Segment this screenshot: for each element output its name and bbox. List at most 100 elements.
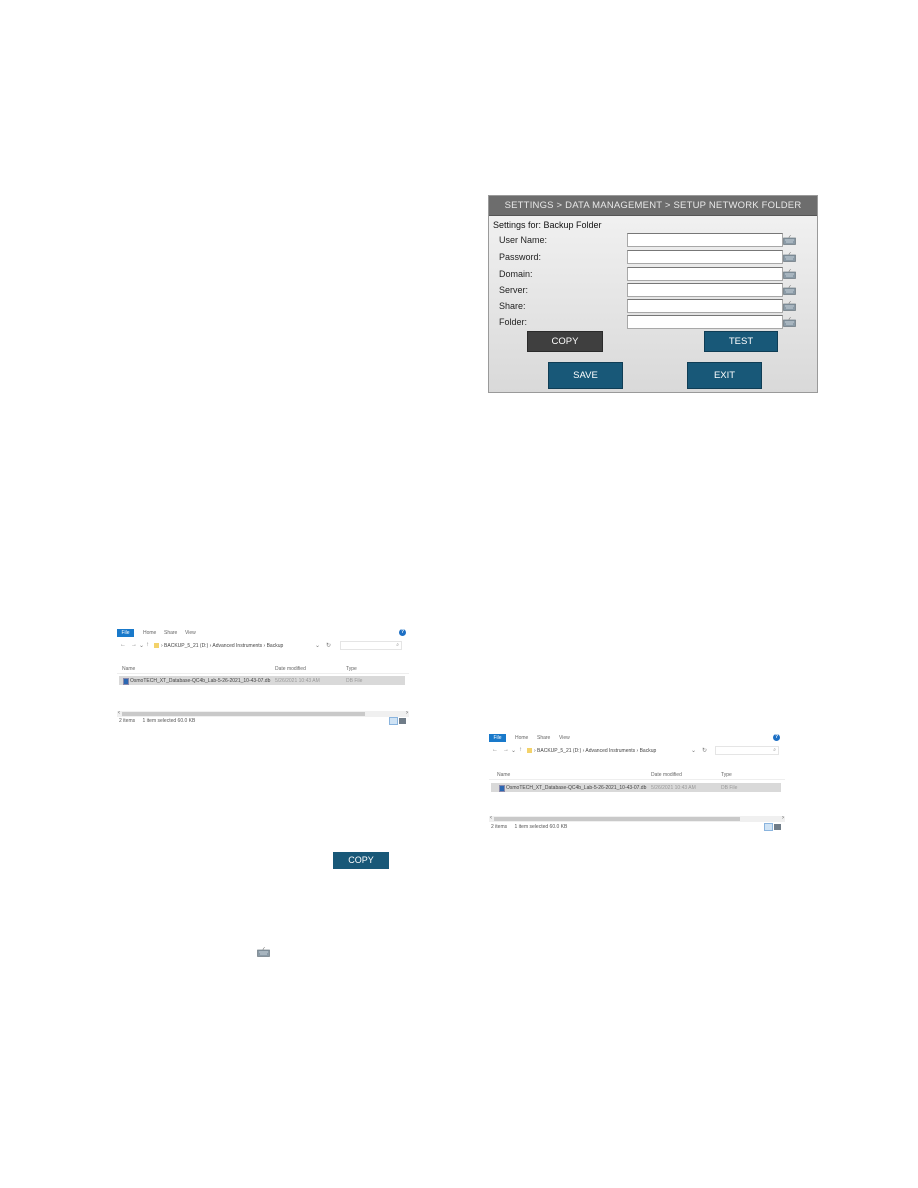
keyboard-icon: [257, 947, 270, 957]
item-count: 2 items: [491, 824, 508, 830]
search-box[interactable]: ⌕: [715, 746, 779, 755]
file-date: 5/26/2021 10:43 AM: [651, 785, 696, 791]
keyboard-icon[interactable]: [783, 301, 796, 311]
search-box[interactable]: ⌕: [340, 641, 402, 650]
folder-label: Folder:: [499, 317, 528, 327]
forward-icon[interactable]: →: [503, 747, 509, 753]
path-breadcrumb[interactable]: › BACKUP_5_21 (D:) › Advanced Instrument…: [534, 748, 656, 754]
share-input[interactable]: [627, 299, 783, 313]
settings-for-label: Settings for: Backup Folder: [493, 220, 602, 230]
up-icon[interactable]: ↑: [146, 642, 149, 648]
recent-chevron-icon[interactable]: ⌄: [139, 642, 144, 649]
folder-icon: [527, 748, 532, 753]
tab-home[interactable]: Home: [143, 629, 156, 637]
address-bar: ← → ⌄ ↑ › BACKUP_5_21 (D:) › Advanced In…: [117, 640, 409, 652]
refresh-icon[interactable]: ↻: [702, 747, 707, 754]
scrollbar-thumb[interactable]: [122, 712, 365, 716]
server-row: Server:: [499, 283, 815, 297]
user-name-row: User Name:: [499, 233, 815, 247]
help-icon[interactable]: ?: [773, 734, 780, 741]
inline-copy-button: COPY: [333, 852, 389, 869]
keyboard-icon[interactable]: [783, 252, 796, 262]
scroll-right-icon[interactable]: ›: [406, 710, 408, 716]
address-bar: ← → ⌄ ↑ › BACKUP_5_21 (D:) › Advanced In…: [489, 745, 785, 757]
column-type[interactable]: Type: [721, 772, 732, 778]
column-name[interactable]: Name: [497, 772, 510, 778]
db-file-icon: [123, 678, 129, 685]
domain-row: Domain:: [499, 267, 815, 281]
column-date-modified[interactable]: Date modified: [651, 772, 682, 778]
exit-button[interactable]: EXIT: [687, 362, 762, 389]
server-input[interactable]: [627, 283, 783, 297]
domain-input[interactable]: [627, 267, 783, 281]
password-row: Password:: [499, 250, 815, 264]
save-button[interactable]: SAVE: [548, 362, 623, 389]
file-row[interactable]: OsmoTECH_XT_Database-QC4b_Lab-5-26-2021_…: [119, 676, 405, 685]
file-explorer-window-right: File Home Share View ? ← → ⌄ ↑ › BACKUP_…: [489, 733, 785, 833]
large-icons-view-icon[interactable]: [399, 718, 406, 724]
server-label: Server:: [499, 285, 529, 295]
file-name: OsmoTECH_XT_Database-QC4b_Lab-5-26-2021_…: [506, 785, 647, 791]
tab-share[interactable]: Share: [164, 629, 177, 637]
status-bar: 2 items 1 item selected 60.0 KB: [119, 718, 195, 726]
scroll-left-icon[interactable]: ‹: [490, 815, 492, 821]
selection-info: 1 item selected 60.0 KB: [142, 718, 196, 724]
path-breadcrumb[interactable]: › BACKUP_5_21 (D:) › Advanced Instrument…: [161, 643, 283, 649]
folder-row: Folder:: [499, 315, 815, 329]
help-icon[interactable]: ?: [399, 629, 406, 636]
column-name[interactable]: Name: [122, 666, 135, 672]
tab-home[interactable]: Home: [515, 734, 528, 742]
keyboard-icon[interactable]: [783, 269, 796, 279]
tab-view[interactable]: View: [185, 629, 196, 637]
password-input[interactable]: [627, 250, 783, 264]
item-count: 2 items: [119, 718, 136, 724]
refresh-icon[interactable]: ↻: [326, 642, 331, 649]
folder-icon: [154, 643, 159, 648]
setup-network-folder-panel: SETTINGS > DATA MANAGEMENT > SETUP NETWO…: [488, 195, 818, 393]
tab-file[interactable]: File: [117, 629, 134, 637]
ribbon: File Home Share View ?: [489, 733, 785, 742]
details-view-icon[interactable]: [764, 823, 773, 831]
folder-input[interactable]: [627, 315, 783, 329]
copy-button[interactable]: COPY: [527, 331, 603, 352]
column-date-modified[interactable]: Date modified: [275, 666, 306, 672]
back-icon[interactable]: ←: [492, 747, 498, 753]
tab-file[interactable]: File: [489, 734, 506, 742]
file-date: 5/26/2021 10:43 AM: [275, 678, 320, 684]
scrollbar-thumb[interactable]: [494, 817, 740, 821]
file-name: OsmoTECH_XT_Database-QC4b_Lab-5-26-2021_…: [130, 678, 271, 684]
scroll-right-icon[interactable]: ›: [782, 815, 784, 821]
horizontal-scrollbar[interactable]: ‹ ›: [489, 815, 785, 822]
test-button[interactable]: TEST: [704, 331, 778, 352]
tab-share[interactable]: Share: [537, 734, 550, 742]
file-type: DB File: [346, 678, 363, 684]
domain-label: Domain:: [499, 269, 533, 279]
back-icon[interactable]: ←: [120, 642, 126, 648]
details-view-icon[interactable]: [389, 717, 398, 725]
file-row[interactable]: OsmoTECH_XT_Database-QC4b_Lab-5-26-2021_…: [491, 783, 781, 792]
column-type[interactable]: Type: [346, 666, 357, 672]
horizontal-scrollbar[interactable]: ‹ ›: [117, 710, 409, 717]
keyboard-icon[interactable]: [783, 235, 796, 245]
recent-chevron-icon[interactable]: ⌄: [511, 747, 516, 754]
selection-info: 1 item selected 60.0 KB: [514, 824, 568, 830]
share-row: Share:: [499, 299, 815, 313]
user-name-label: User Name:: [499, 235, 548, 245]
up-icon[interactable]: ↑: [519, 747, 522, 753]
user-name-input[interactable]: [627, 233, 783, 247]
path-dropdown-icon[interactable]: ⌄: [315, 642, 320, 649]
file-type: DB File: [721, 785, 738, 791]
ribbon: File Home Share View ?: [117, 628, 409, 637]
search-icon: ⌕: [773, 747, 776, 753]
large-icons-view-icon[interactable]: [774, 824, 781, 830]
column-headers: Name Date modified Type: [117, 664, 409, 674]
db-file-icon: [499, 785, 505, 792]
keyboard-icon[interactable]: [783, 317, 796, 327]
keyboard-icon[interactable]: [783, 285, 796, 295]
forward-icon[interactable]: →: [131, 642, 137, 648]
status-bar: 2 items 1 item selected 60.0 KB: [491, 824, 567, 832]
tab-view[interactable]: View: [559, 734, 570, 742]
search-icon: ⌕: [396, 642, 399, 648]
scroll-left-icon[interactable]: ‹: [118, 710, 120, 716]
path-dropdown-icon[interactable]: ⌄: [691, 747, 696, 754]
